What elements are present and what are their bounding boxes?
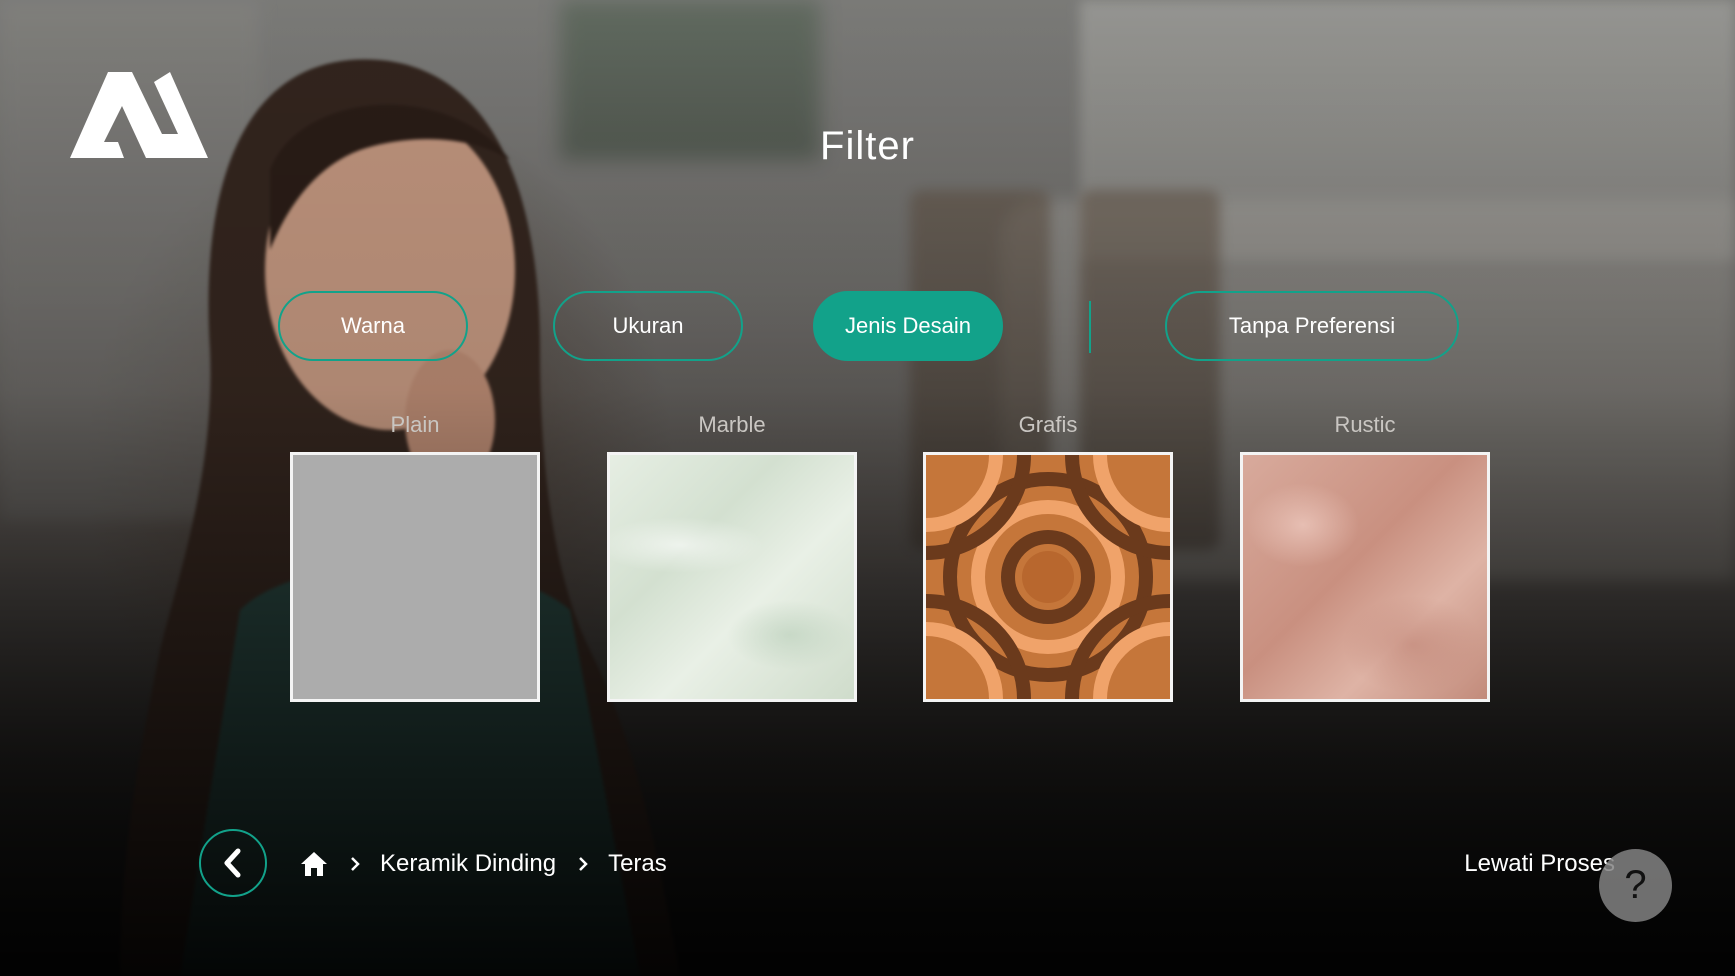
page-title: Filter	[820, 124, 915, 168]
option-label: Grafis	[1018, 412, 1078, 437]
tab-ukuran[interactable]: Ukuran	[553, 291, 743, 361]
home-icon[interactable]	[300, 851, 328, 877]
back-button[interactable]	[199, 829, 267, 897]
breadcrumb-item-teras: Teras	[608, 850, 667, 877]
option-label: Marble	[698, 412, 766, 437]
filter-tabs: Warna Ukuran Jenis Desain Tanpa Preferen…	[0, 291, 1735, 365]
grafis-swatch[interactable]	[923, 452, 1173, 702]
chevron-left-icon	[224, 848, 241, 878]
option-label: Rustic	[1334, 412, 1396, 437]
marble-swatch[interactable]	[607, 452, 857, 702]
option-label: Plain	[390, 412, 440, 437]
tab-tanpa-preferensi[interactable]: Tanpa Preferensi	[1165, 291, 1459, 361]
chevron-right-icon	[578, 856, 588, 872]
option-rustic[interactable]: Rustic	[1240, 412, 1490, 702]
chevron-right-icon	[350, 856, 360, 872]
breadcrumb-item-keramik-dinding[interactable]: Keramik Dinding	[380, 850, 556, 878]
option-grafis[interactable]: Grafis	[923, 412, 1173, 702]
plain-swatch[interactable]	[290, 452, 540, 702]
rustic-swatch[interactable]	[1240, 452, 1490, 702]
breadcrumb: Keramik Dinding Teras	[300, 844, 667, 884]
tab-jenis-desain[interactable]: Jenis Desain	[813, 291, 1003, 361]
tab-divider	[1089, 301, 1091, 353]
tab-warna[interactable]: Warna	[278, 291, 468, 361]
option-marble[interactable]: Marble	[607, 412, 857, 702]
help-button[interactable]: ?	[1599, 849, 1672, 922]
skip-process-link[interactable]: Lewati Proses	[1464, 850, 1615, 878]
option-plain[interactable]: Plain	[290, 412, 540, 702]
